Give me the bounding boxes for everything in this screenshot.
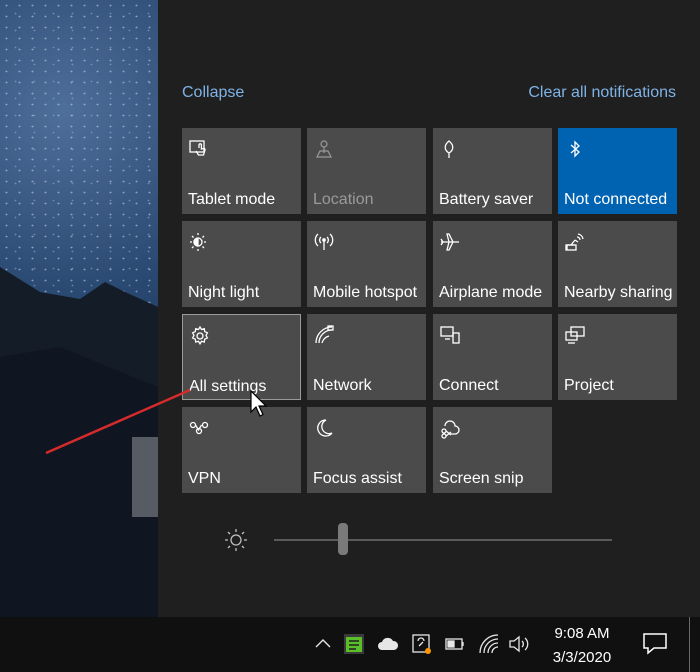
airplane-icon bbox=[439, 231, 461, 253]
tile-airplane-mode[interactable]: Airplane mode bbox=[433, 221, 552, 307]
vpn-icon bbox=[188, 417, 210, 439]
taskbar-clock[interactable]: 9:08 AM 3/3/2020 bbox=[540, 622, 624, 670]
tile-label: Screen snip bbox=[439, 470, 524, 487]
brightness-slider-track[interactable] bbox=[274, 539, 612, 541]
app-tray-icon[interactable] bbox=[342, 632, 366, 656]
tile-battery-saver[interactable]: Battery saver bbox=[433, 128, 552, 214]
nearby-sharing-icon bbox=[564, 231, 586, 253]
battery-saver-icon bbox=[439, 138, 461, 160]
tile-bluetooth[interactable]: Not connected bbox=[558, 128, 677, 214]
tile-location[interactable]: Location bbox=[307, 128, 426, 214]
mobile-hotspot-icon bbox=[313, 231, 335, 253]
snip-tray-icon[interactable] bbox=[410, 632, 434, 656]
tile-label: Airplane mode bbox=[439, 284, 543, 301]
tile-label: Tablet mode bbox=[188, 191, 276, 208]
tile-label: Location bbox=[313, 191, 374, 208]
tile-project[interactable]: Project bbox=[558, 314, 677, 400]
night-light-icon bbox=[188, 231, 210, 253]
notification-center-button[interactable] bbox=[640, 630, 670, 658]
location-icon bbox=[313, 138, 335, 160]
brightness-icon bbox=[224, 528, 248, 552]
tile-label: Battery saver bbox=[439, 191, 534, 208]
chevron-up-icon[interactable] bbox=[311, 632, 335, 656]
tablet-mode-icon bbox=[188, 138, 210, 160]
action-center-panel: Collapse Clear all notifications Tablet … bbox=[158, 0, 700, 617]
volume-icon[interactable] bbox=[507, 632, 531, 656]
battery-icon[interactable] bbox=[443, 632, 467, 656]
tile-network[interactable]: Network bbox=[307, 314, 426, 400]
tile-connect[interactable]: Connect bbox=[433, 314, 552, 400]
tile-label: Network bbox=[313, 377, 372, 394]
tile-all-settings[interactable]: All settings bbox=[182, 314, 301, 400]
tile-focus-assist[interactable]: Focus assist bbox=[307, 407, 426, 493]
onedrive-icon[interactable] bbox=[376, 632, 400, 656]
show-desktop-button[interactable] bbox=[689, 617, 690, 672]
desktop-wallpaper bbox=[0, 0, 158, 617]
tile-nearby-sharing[interactable]: Nearby sharing bbox=[558, 221, 677, 307]
tile-label: Not connected bbox=[564, 191, 668, 208]
tile-screen-snip[interactable]: Screen snip bbox=[433, 407, 552, 493]
clock-date: 3/3/2020 bbox=[552, 649, 612, 666]
tile-vpn[interactable]: VPN bbox=[182, 407, 301, 493]
wifi-icon[interactable] bbox=[477, 632, 501, 656]
tile-label: Focus assist bbox=[313, 470, 402, 487]
tile-label: Mobile hotspot bbox=[313, 284, 418, 301]
tile-night-light[interactable]: Night light bbox=[182, 221, 301, 307]
clock-time: 9:08 AM bbox=[554, 625, 610, 642]
bluetooth-icon bbox=[564, 138, 586, 160]
connect-icon bbox=[439, 324, 461, 346]
moon-icon bbox=[313, 417, 335, 439]
tile-label: Project bbox=[564, 377, 614, 394]
tile-label: Connect bbox=[439, 377, 499, 394]
wallpaper-mountain bbox=[0, 267, 158, 617]
network-icon bbox=[313, 324, 335, 346]
brightness-slider-thumb[interactable] bbox=[338, 523, 348, 555]
screen-snip-icon bbox=[439, 417, 461, 439]
project-icon bbox=[564, 324, 586, 346]
gear-icon bbox=[189, 325, 211, 347]
mouse-cursor-icon bbox=[250, 390, 268, 417]
tile-mobile-hotspot[interactable]: Mobile hotspot bbox=[307, 221, 426, 307]
collapse-link[interactable]: Collapse bbox=[182, 84, 244, 102]
tile-tablet-mode[interactable]: Tablet mode bbox=[182, 128, 301, 214]
clear-all-notifications-link[interactable]: Clear all notifications bbox=[528, 84, 676, 102]
tile-label: VPN bbox=[188, 470, 221, 487]
tile-label: Night light bbox=[188, 284, 260, 301]
tile-label: Nearby sharing bbox=[564, 284, 673, 301]
